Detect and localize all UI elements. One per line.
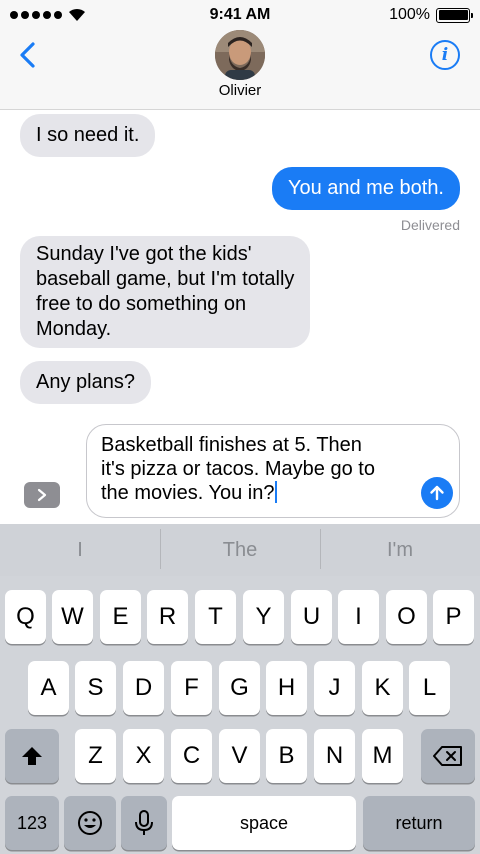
suggestion[interactable]: The [160, 528, 320, 569]
send-arrow-icon [430, 485, 444, 501]
info-icon[interactable]: i [430, 40, 460, 70]
text-cursor [275, 481, 278, 503]
message-line: Sunday I've got the kids' [36, 243, 252, 265]
keyboard: I The I'm Q W E R T Y U I O P A S D F G … [0, 524, 480, 854]
status-right: 100% [389, 6, 473, 24]
emoji-icon [78, 811, 102, 835]
key[interactable]: X [123, 729, 164, 783]
message-line: free to do something on [36, 293, 247, 315]
message-text: I so need it. [36, 124, 140, 146]
key[interactable]: D [123, 661, 164, 715]
input-line-last: the movies. You in? [101, 481, 409, 505]
dictation-key[interactable] [121, 796, 167, 850]
input-line: Basketball finishes at 5. Then [101, 434, 362, 456]
expand-chevron-icon [37, 488, 47, 502]
key[interactable]: H [266, 661, 307, 715]
wifi-icon [69, 8, 85, 21]
return-key[interactable]: return [363, 796, 475, 850]
key[interactable]: B [266, 729, 307, 783]
key[interactable]: P [433, 590, 474, 644]
key[interactable]: T [195, 590, 236, 644]
back-chevron-icon[interactable] [14, 40, 44, 70]
space-key[interactable]: space [172, 796, 356, 850]
key[interactable]: I [338, 590, 379, 644]
input-line: the movies. You in? [101, 482, 275, 504]
shift-icon [22, 747, 42, 765]
message-bubble-incoming[interactable]: Sunday I've got the kids' baseball game,… [20, 236, 311, 348]
key[interactable]: S [75, 661, 116, 715]
contact-name[interactable]: Olivier [0, 82, 480, 99]
numbers-key[interactable]: 123 [5, 796, 59, 850]
key[interactable]: G [219, 661, 260, 715]
delete-icon [433, 746, 462, 766]
shift-key[interactable] [5, 729, 59, 783]
key[interactable]: Q [5, 590, 46, 644]
key[interactable]: O [386, 590, 427, 644]
status-left [10, 8, 86, 22]
key[interactable]: V [219, 729, 260, 783]
expand-apps-button[interactable] [24, 482, 60, 508]
battery-percentage: 100% [389, 6, 430, 23]
message-input[interactable]: Basketball finishes at 5. Then it's pizz… [86, 424, 460, 518]
battery-icon [436, 7, 473, 23]
key[interactable]: K [362, 661, 403, 715]
key[interactable]: C [171, 729, 212, 783]
suggestion[interactable]: I'm [320, 528, 480, 569]
key[interactable]: W [52, 590, 93, 644]
message-text: You and me both. [287, 177, 444, 199]
message-bubble-outgoing[interactable]: You and me both. [271, 167, 460, 210]
conversation-header: Olivier i [0, 30, 480, 110]
message-text: Any plans? [36, 371, 135, 393]
key[interactable]: J [314, 661, 355, 715]
key[interactable]: A [28, 661, 69, 715]
delete-key[interactable] [421, 729, 475, 783]
key[interactable]: U [291, 590, 332, 644]
key[interactable]: L [409, 661, 450, 715]
emoji-key[interactable] [64, 796, 116, 850]
message-line: Monday. [36, 318, 112, 340]
message-line: baseball game, but I'm totally [36, 268, 295, 290]
predictive-bar: I The I'm [0, 524, 480, 576]
key[interactable]: Y [243, 590, 284, 644]
message-bubble-incoming[interactable]: I so need it. [20, 114, 156, 157]
key[interactable]: E [100, 590, 141, 644]
send-button[interactable] [421, 477, 453, 509]
status-bar: 9:41 AM 100% [0, 0, 480, 30]
message-bubble-incoming[interactable]: Any plans? [20, 361, 151, 404]
avatar[interactable] [215, 30, 265, 80]
signal-dots-icon [10, 11, 62, 19]
microphone-icon [135, 810, 153, 835]
key[interactable]: F [171, 661, 212, 715]
key[interactable]: M [362, 729, 403, 783]
delivered-status: Delivered [400, 217, 460, 233]
input-line: it's pizza or tacos. Maybe go to [101, 458, 375, 480]
key[interactable]: R [147, 590, 188, 644]
avatar-portrait [215, 30, 265, 80]
suggestion[interactable]: I [0, 539, 160, 562]
key[interactable]: N [314, 729, 355, 783]
key[interactable]: Z [75, 729, 116, 783]
